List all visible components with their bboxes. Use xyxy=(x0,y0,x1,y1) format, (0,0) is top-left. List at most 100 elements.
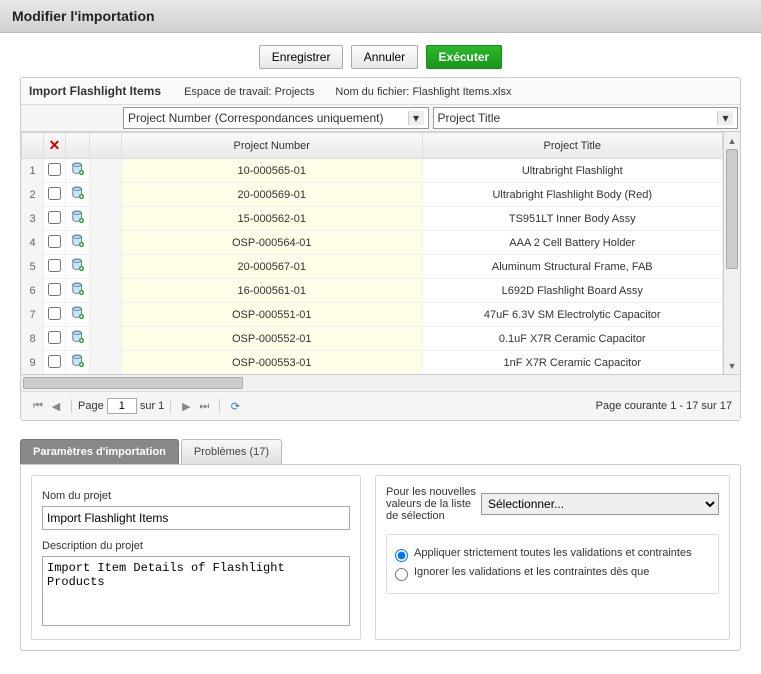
table-row[interactable]: 4OSP-000564-01AAA 2 Cell Battery Holder xyxy=(22,231,740,255)
row-checkbox[interactable] xyxy=(48,307,61,320)
table-row[interactable]: 1 10-000565-01Ultrabright Flashlight xyxy=(22,159,740,183)
import-grid-panel: Import Flashlight Items Espace de travai… xyxy=(20,77,741,421)
cell-project-number: 10-000565-01 xyxy=(122,159,423,183)
row-checkbox[interactable] xyxy=(48,211,61,224)
item-add-icon[interactable] xyxy=(71,306,85,320)
row-checkbox[interactable] xyxy=(48,355,61,368)
table-row[interactable]: 7 OSP-000551-0147uF 6.3V SM Electrolytic … xyxy=(22,303,740,327)
row-index: 7 xyxy=(22,303,44,327)
tab-problems[interactable]: Problèmes (17) xyxy=(181,439,282,464)
hscroll-thumb[interactable] xyxy=(23,377,243,389)
item-add-icon[interactable] xyxy=(71,354,85,368)
prev-page-button[interactable]: ◀ xyxy=(48,398,64,414)
options-panel: Pour les nouvelles valeurs de la liste d… xyxy=(375,475,730,640)
item-add-icon[interactable] xyxy=(71,282,85,296)
first-page-button[interactable]: ⏮ xyxy=(30,398,46,414)
radio-strict-validations[interactable] xyxy=(395,549,408,562)
cell-project-title: TS951LT Inner Body Assy xyxy=(422,207,723,231)
project-name-label: Nom du projet xyxy=(42,490,350,502)
cell-project-number: 20-000569-01 xyxy=(122,183,423,207)
table-row[interactable]: 616-000561-01L692D Flashlight Board Assy xyxy=(22,279,740,303)
save-button[interactable]: Enregistrer xyxy=(259,45,344,69)
chevron-down-icon: ▾ xyxy=(717,111,733,125)
cell-project-number: OSP-000552-01 xyxy=(122,327,423,351)
cell-project-number: 20-000567-01 xyxy=(122,255,423,279)
next-page-button[interactable]: ▶ xyxy=(178,398,194,414)
row-index: 2 xyxy=(22,183,44,207)
cell-project-title: 0.1uF X7R Ceramic Capacitor xyxy=(422,327,723,351)
column-mapping-select-2[interactable]: Project Title ▾ xyxy=(433,107,739,129)
radio-strict-label: Appliquer strictement toutes les validat… xyxy=(414,547,692,559)
table-row[interactable]: 520-000567-01Aluminum Structural Frame, … xyxy=(22,255,740,279)
cell-project-number: OSP-000551-01 xyxy=(122,303,423,327)
page-label-post: sur 1 xyxy=(140,400,164,412)
filename-label: Nom du fichier: xyxy=(335,86,409,98)
row-checkbox[interactable] xyxy=(48,283,61,296)
pager-status: Page courante 1 - 17 sur 17 xyxy=(596,400,732,412)
scroll-thumb[interactable] xyxy=(726,149,738,269)
page-label-pre: Page xyxy=(78,400,104,412)
item-add-icon[interactable] xyxy=(71,210,85,224)
row-index: 5 xyxy=(22,255,44,279)
workspace-value: Projects xyxy=(275,86,315,98)
workspace-label: Espace de travail: xyxy=(184,86,271,98)
row-checkbox[interactable] xyxy=(48,331,61,344)
tabs: Paramètres d'importation Problèmes (17) xyxy=(20,439,741,464)
radio-ignore-validations[interactable] xyxy=(395,568,408,581)
cell-project-number: 15-000562-01 xyxy=(122,207,423,231)
column-mapping-row: Project Number (Correspondances uniqueme… xyxy=(21,105,740,132)
cancel-button[interactable]: Annuler xyxy=(351,45,418,69)
cell-project-title: 1nF X7R Ceramic Capacitor xyxy=(422,351,723,375)
table-row[interactable]: 8 OSP-000552-010.1uF X7R Ceramic Capacito… xyxy=(22,327,740,351)
column-mapping-select-1[interactable]: Project Number (Correspondances uniqueme… xyxy=(123,107,429,129)
row-index: 9 xyxy=(22,351,44,375)
action-toolbar: Enregistrer Annuler Exécuter xyxy=(0,33,761,77)
column-header-project-title[interactable]: Project Title xyxy=(422,133,723,159)
table-row[interactable]: 2 20-000569-01Ultrabright Flashlight Body… xyxy=(22,183,740,207)
row-index: 3 xyxy=(22,207,44,231)
row-checkbox[interactable] xyxy=(48,187,61,200)
item-add-icon[interactable] xyxy=(71,162,85,176)
validation-radio-group: Appliquer strictement toutes les validat… xyxy=(386,534,719,594)
panel-header: Import Flashlight Items Espace de travai… xyxy=(21,78,740,105)
chevron-down-icon: ▾ xyxy=(408,111,424,125)
filename-value: Flashlight Items.xlsx xyxy=(412,86,511,98)
column-header-project-number[interactable]: Project Number xyxy=(122,133,423,159)
picklist-select[interactable]: Sélectionner... xyxy=(481,493,719,515)
project-name-input[interactable] xyxy=(42,506,350,530)
cell-project-title: 47uF 6.3V SM Electrolytic Capacitor xyxy=(422,303,723,327)
item-add-icon[interactable] xyxy=(71,234,85,248)
item-add-icon[interactable] xyxy=(71,330,85,344)
row-checkbox[interactable] xyxy=(48,259,61,272)
table-row[interactable]: 3 15-000562-01TS951LT Inner Body Assy xyxy=(22,207,740,231)
row-checkbox[interactable] xyxy=(48,235,61,248)
cell-project-title: Ultrabright Flashlight xyxy=(422,159,723,183)
cell-project-number: OSP-000553-01 xyxy=(122,351,423,375)
page-title: Modifier l'importation xyxy=(12,8,749,24)
page-number-input[interactable] xyxy=(107,398,137,414)
tab-content-settings: Nom du projet Description du projet Impo… xyxy=(20,464,741,651)
horizontal-scrollbar[interactable] xyxy=(21,374,740,391)
pager-bar: ⏮ ◀ Page sur 1 ▶ ⏭ ⟳ Page courante 1 - 1… xyxy=(21,391,740,420)
item-add-icon[interactable] xyxy=(71,258,85,272)
item-add-icon[interactable] xyxy=(71,186,85,200)
table-row[interactable]: 9 OSP-000553-011nF X7R Ceramic Capacitor xyxy=(22,351,740,375)
delete-column-icon[interactable]: ✕ xyxy=(49,137,61,153)
cell-project-title: Ultrabright Flashlight Body (Red) xyxy=(422,183,723,207)
scroll-down-icon[interactable]: ▼ xyxy=(724,357,740,374)
row-index: 8 xyxy=(22,327,44,351)
scroll-up-icon[interactable]: ▲ xyxy=(724,132,740,149)
refresh-button[interactable]: ⟳ xyxy=(227,398,243,414)
last-page-button[interactable]: ⏭ xyxy=(196,398,212,414)
import-name: Import Flashlight Items xyxy=(29,84,161,98)
radio-ignore-label: Ignorer les validations et les contraint… xyxy=(414,566,649,578)
vertical-scrollbar[interactable]: ▲ ▼ xyxy=(723,132,740,374)
tab-import-settings[interactable]: Paramètres d'importation xyxy=(20,439,179,464)
row-index: 1 xyxy=(22,159,44,183)
picklist-label: Pour les nouvelles valeurs de la liste d… xyxy=(386,486,481,522)
project-desc-textarea[interactable]: Import Item Details of Flashlight Produc… xyxy=(42,556,350,626)
project-info-panel: Nom du projet Description du projet Impo… xyxy=(31,475,361,640)
row-checkbox[interactable] xyxy=(48,163,61,176)
cell-project-number: 16-000561-01 xyxy=(122,279,423,303)
execute-button[interactable]: Exécuter xyxy=(426,45,503,69)
